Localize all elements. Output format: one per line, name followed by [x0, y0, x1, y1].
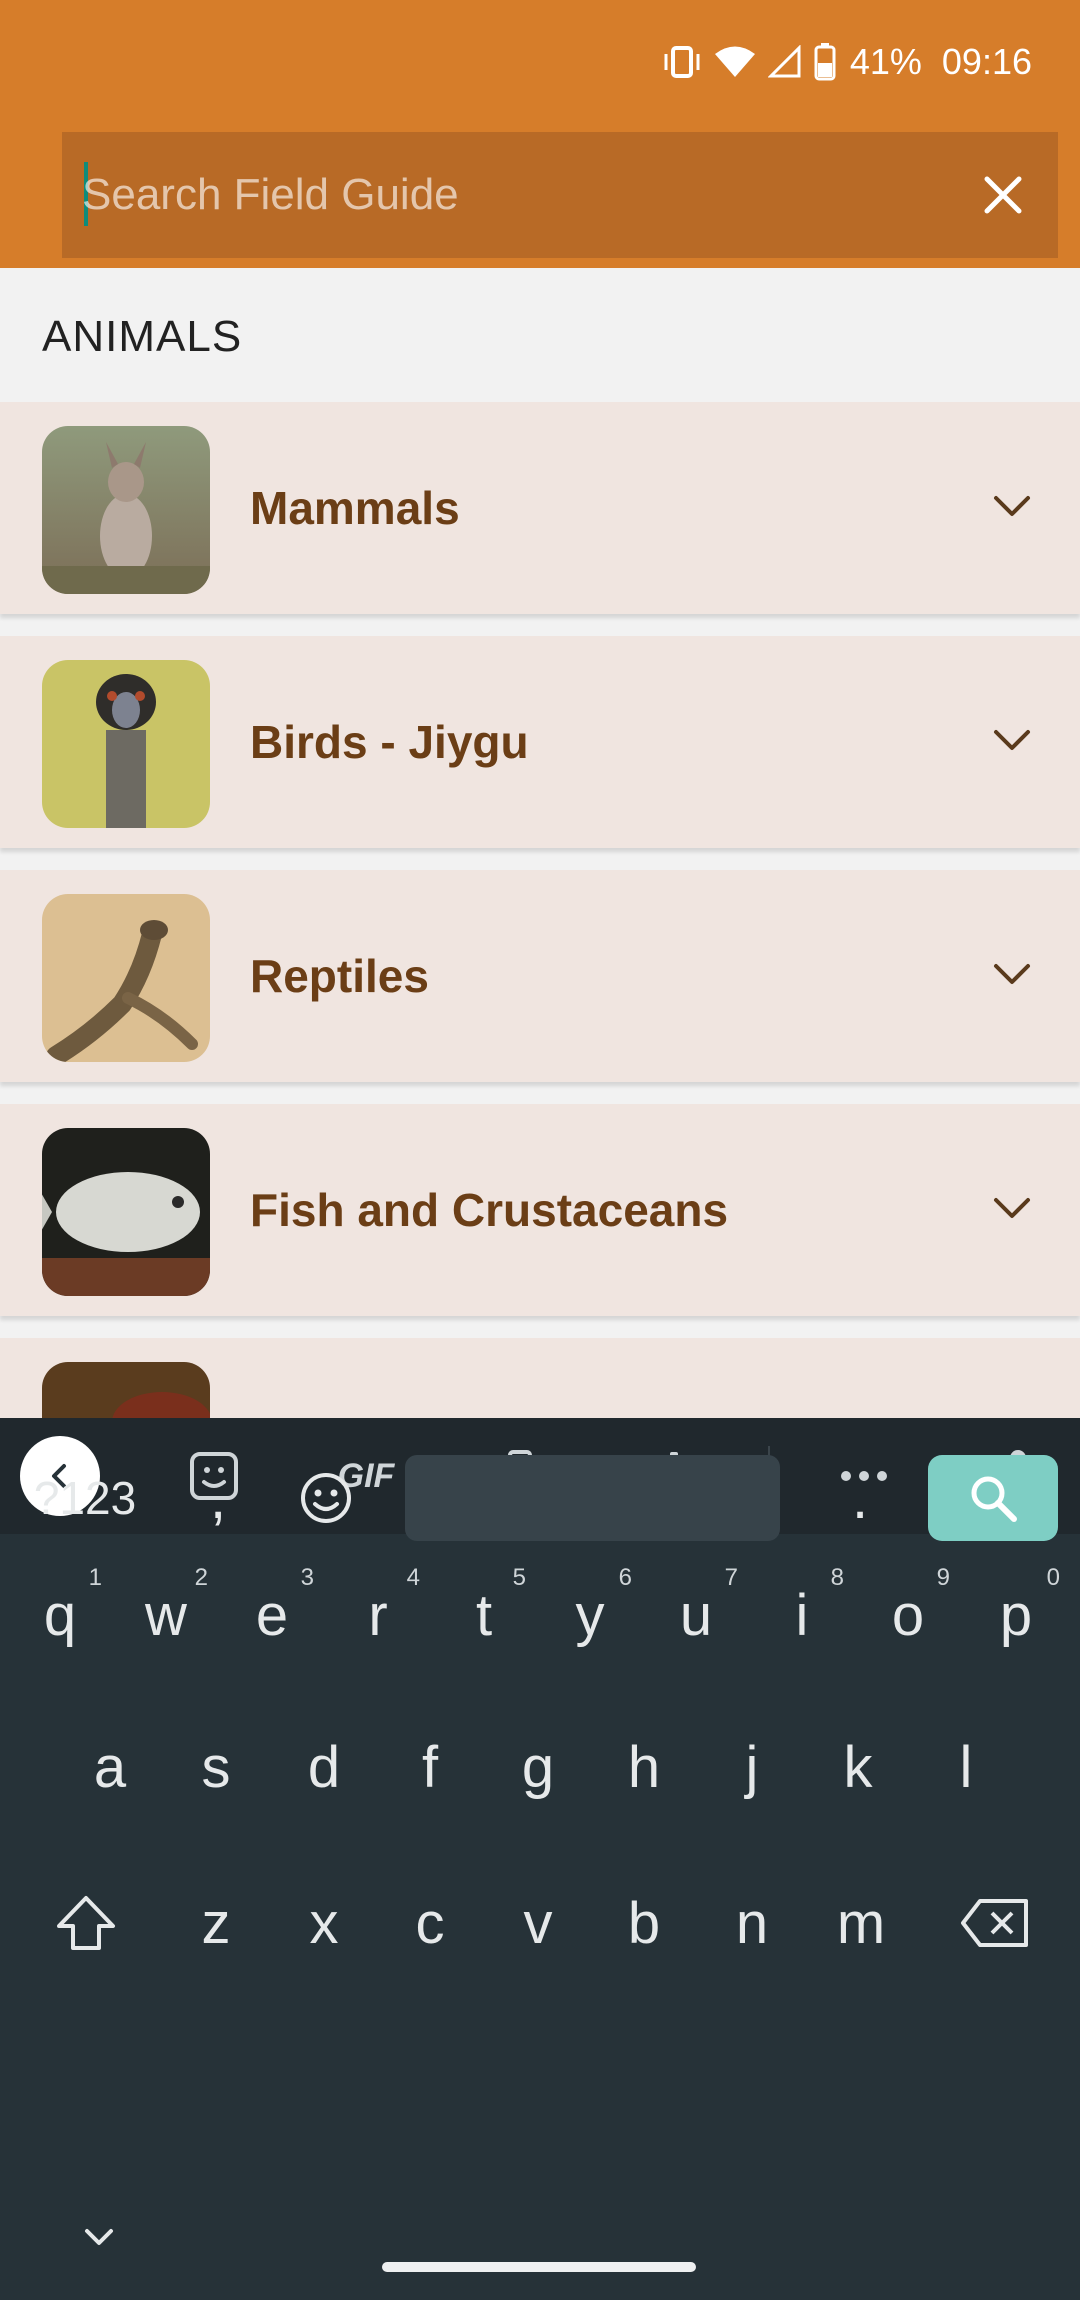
space-key[interactable]: [405, 1455, 780, 1541]
chevron-down-icon: [994, 730, 1030, 750]
emu-photo: [42, 660, 210, 828]
wifi-icon: [714, 45, 756, 79]
key-y[interactable]: y6: [538, 1564, 642, 1660]
key-q[interactable]: q1: [8, 1564, 112, 1660]
app-header: 41% 09:16: [0, 0, 1080, 268]
backspace-icon: [961, 1899, 1028, 1947]
chevron-down-icon: [994, 496, 1030, 516]
chevron-down-icon: [85, 2229, 113, 2245]
key-r[interactable]: r4: [326, 1564, 430, 1660]
emoji-key[interactable]: [276, 1455, 376, 1541]
key-b[interactable]: b: [592, 1878, 696, 1968]
kangaroo-photo: [42, 426, 210, 594]
vibrate-icon: [662, 45, 702, 79]
category-item-reptiles[interactable]: Reptiles: [0, 870, 1080, 1082]
key-p[interactable]: p0: [962, 1564, 1070, 1660]
backspace-key[interactable]: [940, 1878, 1050, 1968]
key-w[interactable]: w2: [114, 1564, 218, 1660]
key-u[interactable]: u7: [644, 1564, 748, 1660]
battery-percent: 41%: [849, 41, 922, 82]
key-m[interactable]: m: [806, 1878, 916, 1968]
fish-photo: [42, 1128, 210, 1296]
key-s[interactable]: s: [164, 1722, 268, 1812]
chevron-down-icon: [994, 964, 1030, 984]
symbols-key[interactable]: ?123: [20, 1455, 150, 1541]
key-a[interactable]: a: [58, 1722, 162, 1812]
category-item-mammals[interactable]: Mammals: [0, 402, 1080, 614]
key-o[interactable]: o9: [856, 1564, 960, 1660]
category-item-birds[interactable]: Birds - Jiygu: [0, 636, 1080, 848]
search-key[interactable]: [928, 1455, 1058, 1541]
goanna-photo: [42, 894, 210, 1062]
category-label: Birds - Jiygu: [250, 716, 529, 768]
key-l[interactable]: l: [914, 1722, 1018, 1812]
key-z[interactable]: z: [164, 1878, 268, 1968]
category-label: Reptiles: [250, 950, 429, 1002]
soft-keyboard: GIF: [0, 1418, 1080, 2300]
key-h[interactable]: h: [592, 1722, 696, 1812]
battery-icon: [814, 43, 836, 81]
key-f[interactable]: f: [378, 1722, 482, 1812]
comma-key[interactable]: ,: [168, 1455, 268, 1541]
clock: 09:16: [941, 41, 1032, 82]
status-bar: 41% 09:16: [662, 38, 1032, 86]
key-d[interactable]: d: [272, 1722, 376, 1812]
close-icon: [984, 176, 1022, 214]
key-n[interactable]: n: [700, 1878, 804, 1968]
key-i[interactable]: i8: [750, 1564, 854, 1660]
category-label: Mammals: [250, 482, 460, 534]
key-v[interactable]: v: [486, 1878, 590, 1968]
key-k[interactable]: k: [806, 1722, 910, 1812]
search-bar: [62, 132, 1058, 258]
clear-search-button[interactable]: [970, 162, 1036, 228]
category-label: Fish and Crustaceans: [250, 1184, 729, 1236]
search-input[interactable]: [82, 132, 962, 258]
key-e[interactable]: e3: [220, 1564, 324, 1660]
emoji-icon: [301, 1473, 351, 1523]
shift-icon: [57, 1896, 115, 1950]
category-item-fish[interactable]: Fish and Crustaceans: [0, 1104, 1080, 1316]
signal-icon: [767, 45, 802, 79]
category-list: Mammals Birds - Jiygu Reptiles Fish and …: [0, 402, 1080, 1572]
key-c[interactable]: c: [378, 1878, 482, 1968]
hide-keyboard-button[interactable]: [64, 2212, 134, 2262]
key-t[interactable]: t5: [432, 1564, 536, 1660]
key-g[interactable]: g: [486, 1722, 590, 1812]
shift-key[interactable]: [34, 1878, 138, 1968]
period-key[interactable]: .: [810, 1455, 910, 1541]
section-title: ANIMALS: [42, 312, 243, 361]
key-j[interactable]: j: [700, 1722, 804, 1812]
home-indicator[interactable]: [382, 2262, 696, 2272]
key-x[interactable]: x: [272, 1878, 376, 1968]
search-icon: [971, 1476, 1017, 1522]
chevron-down-icon: [994, 1198, 1030, 1218]
